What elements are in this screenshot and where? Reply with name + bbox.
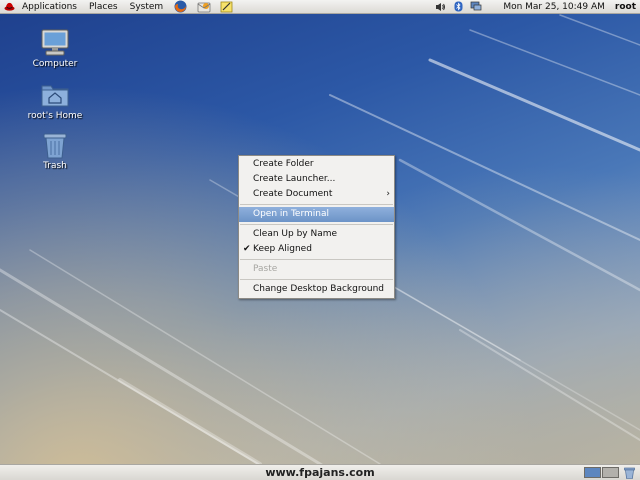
- menu-item-create-folder[interactable]: Create Folder: [239, 157, 394, 172]
- watermark-text: www.fpajans.com: [265, 466, 375, 479]
- trash-applet-icon[interactable]: [623, 467, 636, 479]
- user-name[interactable]: root: [615, 2, 636, 12]
- menu-item-open-in-terminal[interactable]: Open in Terminal: [239, 207, 394, 222]
- checkmark-icon: ✔: [243, 244, 251, 254]
- firefox-icon[interactable]: [173, 0, 188, 13]
- desktop-icon-label: root's Home: [27, 111, 83, 121]
- evolution-mail-icon[interactable]: [196, 0, 211, 13]
- menu-item-label: Create Document: [253, 189, 333, 199]
- menu-item-label: Change Desktop Background: [253, 284, 384, 294]
- redhat-logo-icon[interactable]: [4, 1, 15, 12]
- workspace-1[interactable]: [584, 467, 601, 478]
- menu-separator: [240, 224, 393, 225]
- desktop-icon-trash[interactable]: Trash: [23, 130, 87, 171]
- desktop-context-menu: Create Folder Create Launcher... Create …: [238, 155, 395, 299]
- menu-item-label: Keep Aligned: [253, 244, 312, 254]
- menu-item-keep-aligned[interactable]: ✔ Keep Aligned: [239, 242, 394, 257]
- submenu-arrow-icon: ›: [386, 189, 390, 199]
- menu-item-label: Create Folder: [253, 159, 314, 169]
- text-editor-icon[interactable]: [219, 0, 234, 13]
- menu-item-create-launcher[interactable]: Create Launcher...: [239, 172, 394, 187]
- system-menu[interactable]: System: [124, 0, 170, 14]
- menu-item-paste: Paste: [239, 262, 394, 277]
- menu-separator: [240, 204, 393, 205]
- bluetooth-icon[interactable]: [452, 1, 464, 13]
- workspace-2[interactable]: [602, 467, 619, 478]
- menu-item-clean-up-by-name[interactable]: Clean Up by Name: [239, 227, 394, 242]
- places-menu[interactable]: Places: [83, 0, 124, 14]
- trash-icon: [39, 130, 71, 160]
- computer-icon: [39, 28, 71, 58]
- menu-item-label: Paste: [253, 264, 278, 274]
- desktop-icon-computer[interactable]: Computer: [23, 28, 87, 69]
- menu-item-label: Create Launcher...: [253, 174, 336, 184]
- clock[interactable]: Mon Mar 25, 10:49 AM: [503, 2, 605, 12]
- menu-separator: [240, 259, 393, 260]
- applications-menu[interactable]: Applications: [16, 0, 83, 14]
- menu-separator: [240, 279, 393, 280]
- top-panel: Applications Places System Mon Mar 25, 1…: [0, 0, 640, 14]
- network-icon[interactable]: [470, 1, 482, 13]
- menu-item-label: Open in Terminal: [253, 209, 329, 219]
- desktop-icon-label: Trash: [43, 161, 67, 171]
- menu-item-change-desktop-background[interactable]: Change Desktop Background: [239, 282, 394, 297]
- home-folder-icon: [39, 80, 71, 110]
- menu-item-label: Clean Up by Name: [253, 229, 338, 239]
- menu-item-create-document[interactable]: Create Document ›: [239, 187, 394, 202]
- desktop-icon-label: Computer: [32, 59, 78, 69]
- bottom-panel: www.fpajans.com: [0, 464, 640, 480]
- volume-icon[interactable]: [434, 1, 446, 13]
- desktop-icon-home[interactable]: root's Home: [23, 80, 87, 121]
